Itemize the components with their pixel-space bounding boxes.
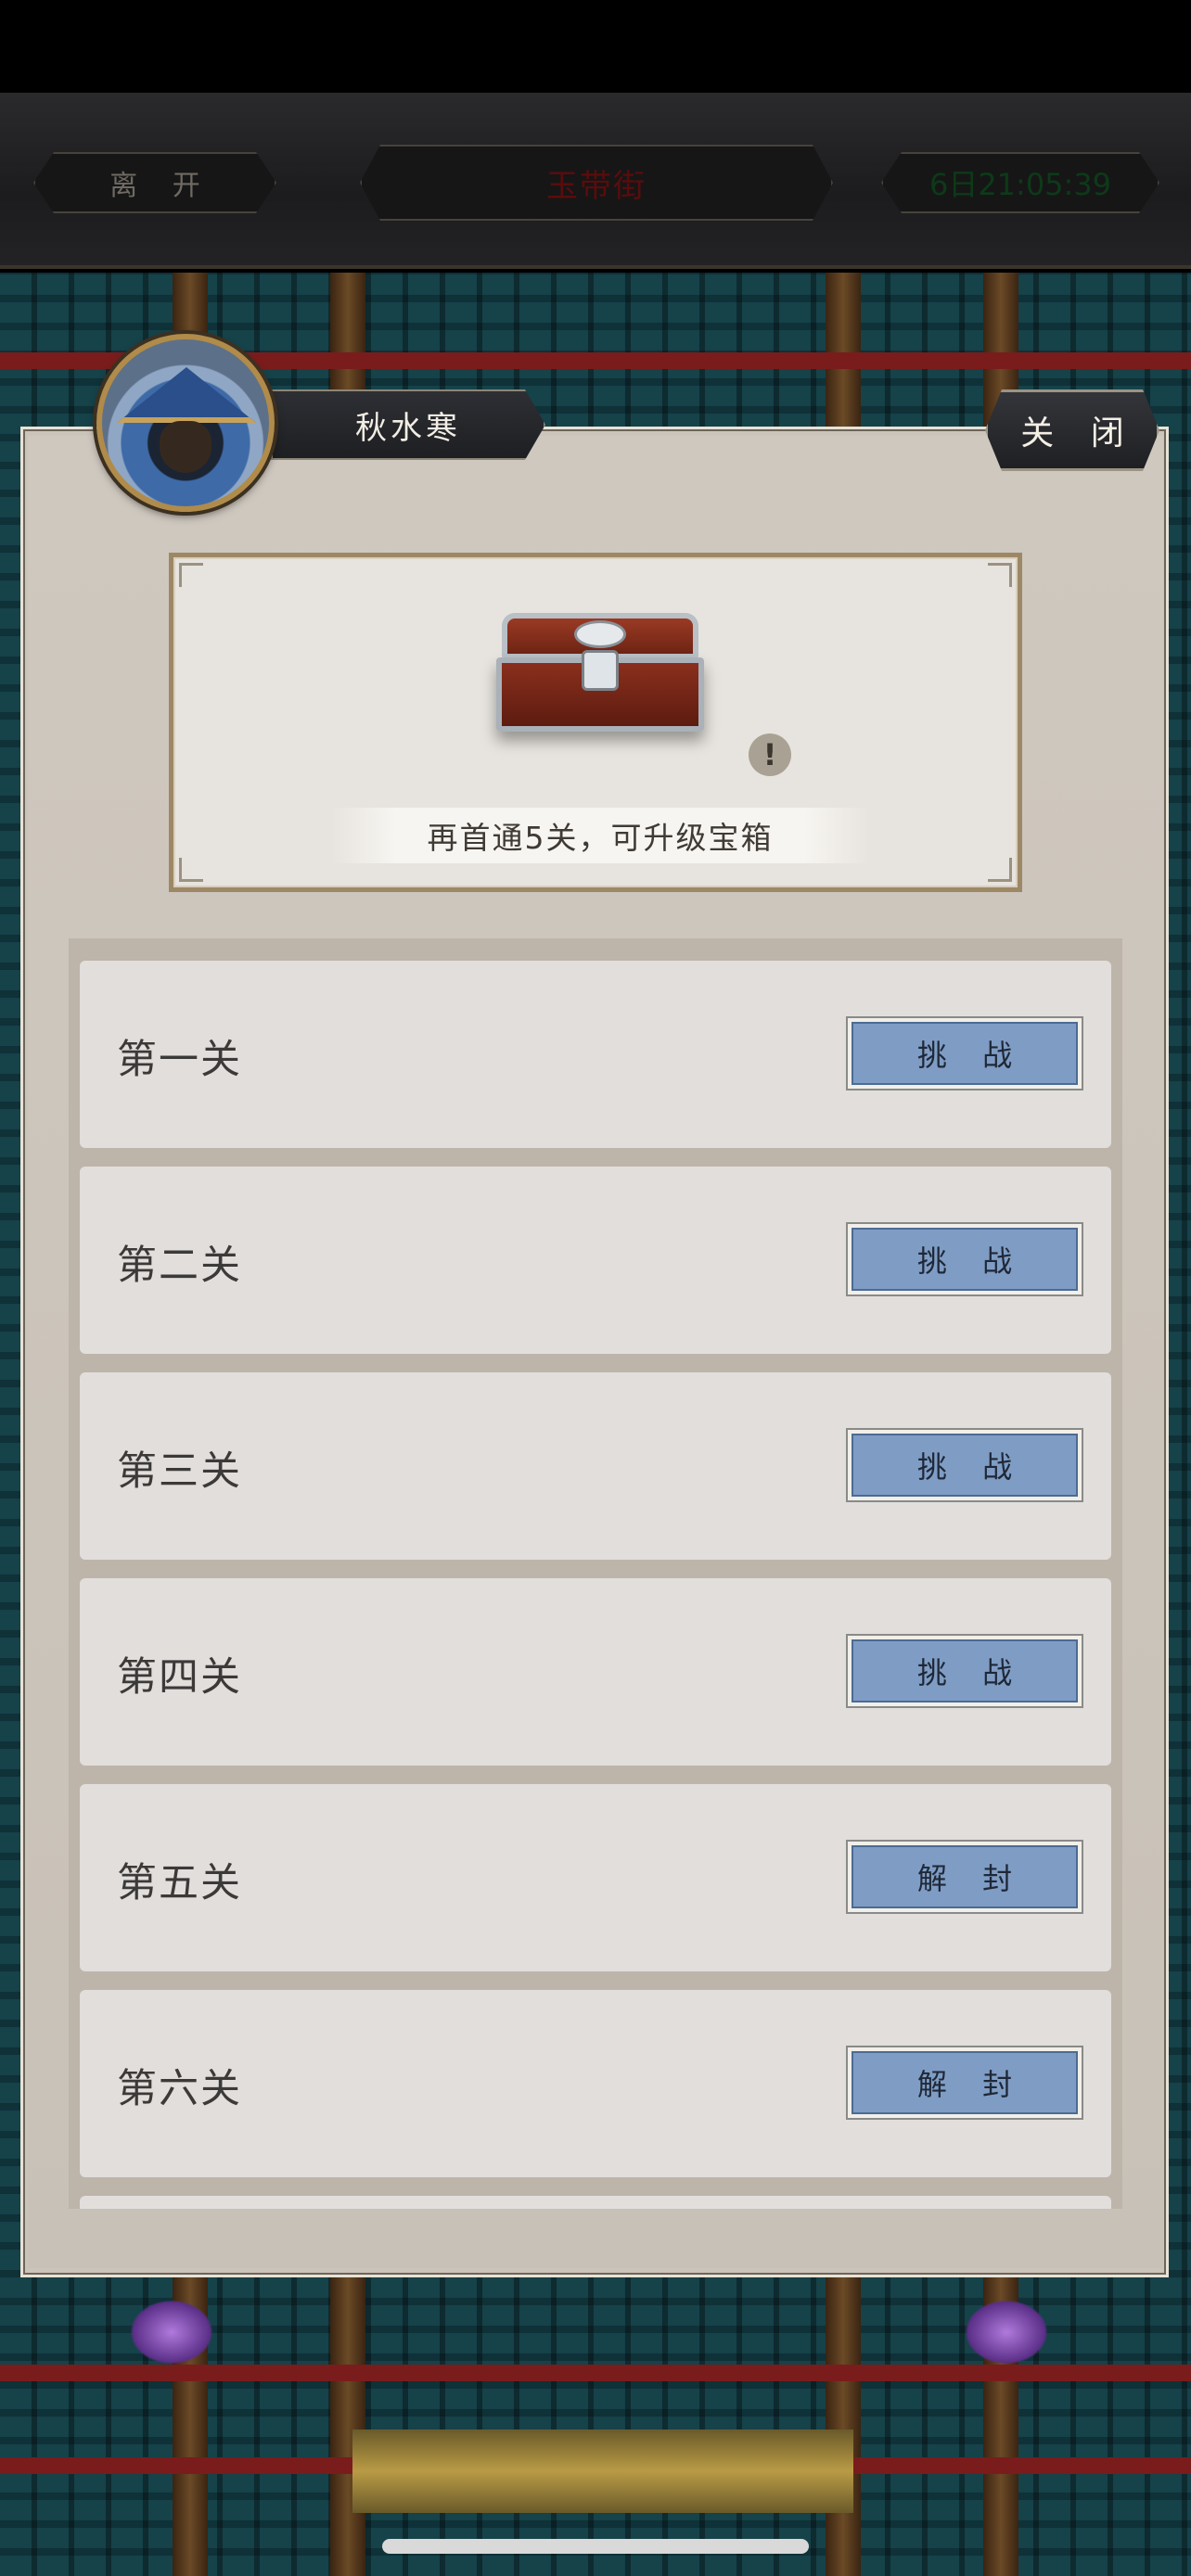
flower-decoration (130, 2300, 213, 2365)
close-button-label: 关 闭 (1020, 414, 1137, 453)
challenge-button[interactable]: 挑 战 (846, 1634, 1083, 1708)
stage-button-label: 挑 战 (916, 1038, 1026, 1073)
close-button[interactable]: 关 闭 (985, 389, 1159, 471)
mask-icon (160, 421, 211, 473)
challenge-button[interactable]: 挑 战 (846, 1222, 1083, 1296)
stage-row: 第一关 挑 战 (80, 961, 1111, 1148)
stage-button-face: 挑 战 (852, 1639, 1078, 1702)
stage-label: 第六关 (117, 2066, 242, 2112)
stage-button-face: 挑 战 (852, 1228, 1078, 1291)
leave-button-label: 离 开 (109, 170, 213, 202)
stage-label: 第五关 (117, 1860, 242, 1906)
lock-icon (582, 650, 619, 691)
scene-beam (0, 2365, 1191, 2381)
location-title: 玉带街 (360, 145, 833, 221)
flower-decoration (965, 2300, 1048, 2365)
bamboo-hat-icon (117, 367, 256, 423)
stage-row: 第五关 解 封 (80, 1784, 1111, 1971)
character-avatar[interactable] (96, 334, 275, 512)
unseal-button[interactable]: 解 封 (846, 2046, 1083, 2120)
leave-button[interactable]: 离 开 (33, 152, 276, 213)
stage-row: 第二关 挑 战 (80, 1167, 1111, 1354)
stage-button-face: 解 封 (852, 1845, 1078, 1908)
chest-hint: 再首通5关，可升级宝箱 (331, 808, 869, 863)
challenge-button[interactable]: 挑 战 (846, 1428, 1083, 1502)
chest-reward-box: ! 再首通5关，可升级宝箱 (169, 553, 1022, 892)
clock-label: 6日21:05:39 (928, 167, 1112, 202)
chest-icon[interactable] (496, 606, 704, 735)
corner-ornament (179, 563, 203, 587)
stage-label: 第四关 (117, 1654, 242, 1701)
stage-row: 第六关 解 封 (80, 1990, 1111, 2177)
character-name-plate: 秋水寒 (271, 389, 545, 460)
corner-ornament (988, 858, 1012, 882)
status-bar (0, 0, 1191, 93)
stage-list[interactable]: 第一关 挑 战 第二关 挑 战 第三关 挑 战 第四关 挑 战 第五关 解 封 … (69, 938, 1122, 2209)
stage-label: 第一关 (117, 1037, 242, 1083)
info-icon[interactable]: ! (749, 733, 791, 776)
stage-label: 第二关 (117, 1243, 242, 1289)
stage-button-label: 解 封 (916, 1861, 1026, 1896)
stage-button-label: 挑 战 (916, 1655, 1026, 1690)
corner-ornament (988, 563, 1012, 587)
stage-button-label: 挑 战 (916, 1243, 1026, 1279)
game-clock: 6日21:05:39 (881, 152, 1159, 213)
challenge-button[interactable]: 挑 战 (846, 1016, 1083, 1090)
unseal-button[interactable]: 解 封 (846, 1840, 1083, 1914)
stage-button-face: 解 封 (852, 2051, 1078, 2114)
character-name: 秋水寒 (355, 409, 461, 447)
scene-gate (352, 2429, 853, 2513)
stage-row: 第三关 挑 战 (80, 1372, 1111, 1560)
location-label: 玉带街 (546, 167, 647, 205)
stage-label: 第三关 (117, 1448, 242, 1495)
stage-button-label: 挑 战 (916, 1449, 1026, 1485)
stage-button-label: 解 封 (916, 2067, 1026, 2102)
stage-row: 第四关 挑 战 (80, 1578, 1111, 1766)
stage-row-partial (80, 2196, 1111, 2209)
chest-emblem (574, 620, 626, 648)
stage-button-face: 挑 战 (852, 1022, 1078, 1085)
corner-ornament (179, 858, 203, 882)
home-indicator[interactable] (382, 2539, 809, 2554)
stage-button-face: 挑 战 (852, 1434, 1078, 1497)
